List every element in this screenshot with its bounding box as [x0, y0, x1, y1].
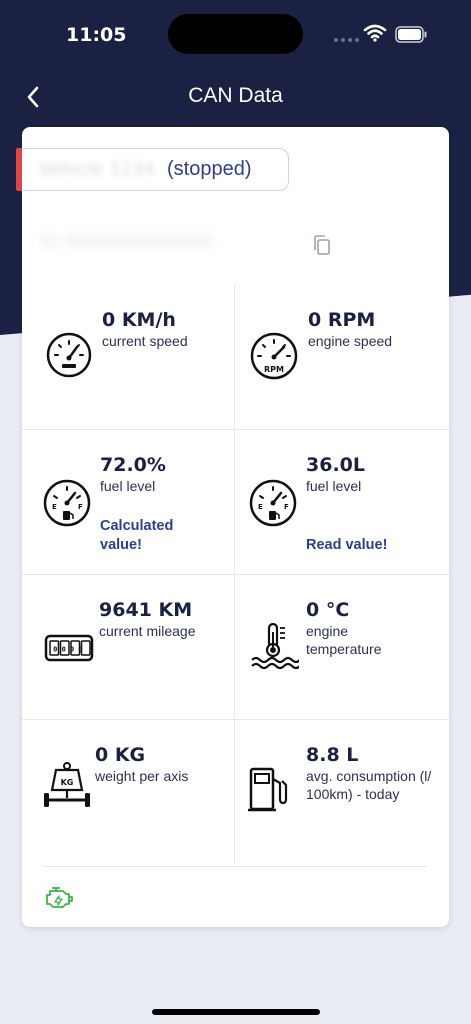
status-time: 11:05 [66, 24, 127, 46]
engine-icon[interactable] [44, 884, 74, 910]
metric-label: fuel level [100, 478, 156, 494]
status-bar: 11:05 [0, 0, 471, 70]
metric-value: 0 °C [306, 599, 350, 621]
rpm-gauge-icon: RPM [250, 332, 298, 380]
vehicle-id: ID 0000000000000 [40, 231, 214, 252]
home-indicator [152, 1009, 320, 1015]
odometer-digits: 0000 [53, 646, 87, 654]
kg-icon-text: KG [61, 778, 74, 787]
metric-value: 72.0% [100, 454, 166, 476]
metric-label: engine speed [308, 333, 393, 349]
metric-current-speed: 0 KM/h current speed [22, 285, 234, 430]
speedometer-icon [46, 332, 92, 378]
metric-label: engine temperature [306, 623, 382, 657]
divider [44, 866, 427, 867]
metric-label: current mileage [99, 623, 196, 639]
metric-note: Calculated value! [100, 518, 174, 553]
metric-value: 0 RPM [308, 309, 376, 331]
metric-label: avg. consumption (l/ 100km) - today [306, 768, 432, 802]
metric-fuel-level-read: E F 36.0L fuel level Read value! [235, 430, 447, 575]
metric-value: 0 KG [95, 744, 146, 766]
wifi-icon [363, 24, 387, 42]
axle-weight-icon: KG [44, 762, 90, 807]
fuel-gauge-icon: E F [249, 479, 297, 527]
vehicle-name: Vehicle 1234 [39, 159, 155, 180]
metric-current-mileage: 0000 9641 KM current mileage [22, 575, 234, 720]
metric-label: weight per axis [95, 768, 189, 784]
metric-weight-per-axis: KG 0 KG weight per axis [22, 720, 234, 865]
vehicle-selector[interactable]: Vehicle 1234 (stopped) [16, 148, 289, 191]
navigation-bar: CAN Data [0, 78, 471, 118]
svg-text:E: E [52, 503, 57, 511]
battery-icon [395, 26, 427, 43]
svg-text:F: F [284, 503, 289, 511]
fuel-gauge-icon: E F [43, 479, 91, 527]
fuel-pump-icon [248, 767, 288, 812]
metric-engine-speed: RPM 0 RPM engine speed [235, 285, 447, 430]
metric-value: 36.0L [306, 454, 365, 476]
metric-value: 0 KM/h [102, 309, 176, 331]
copy-icon[interactable] [310, 233, 334, 257]
cellular-signal-icon [334, 38, 359, 42]
metrics-grid: 0 KM/h current speed RPM 0 RPM engine sp… [22, 285, 449, 865]
metric-label: current speed [102, 333, 188, 349]
can-data-card: Vehicle 1234 (stopped) ID 0000000000000 [16, 127, 449, 927]
svg-text:F: F [78, 503, 83, 511]
odometer-icon: 0000 [44, 634, 94, 662]
metric-value: 8.8 L [306, 744, 359, 766]
metric-note: Read value! [306, 537, 388, 553]
rpm-icon-text: RPM [264, 365, 284, 374]
metric-engine-temperature: 0 °C engine temperature [235, 575, 447, 720]
metric-label: fuel level [306, 478, 362, 494]
metric-fuel-level-calculated: E F 72.0% fuel level Calculated value! [22, 430, 234, 575]
dynamic-island [168, 14, 303, 54]
status-indicator [16, 148, 22, 191]
vehicle-status: (stopped) [167, 158, 252, 180]
metric-avg-consumption: 8.8 L avg. consumption (l/ 100km) - toda… [235, 720, 447, 865]
metric-value: 9641 KM [99, 599, 193, 621]
svg-text:E: E [258, 503, 263, 511]
page-title: CAN Data [188, 84, 283, 107]
coolant-temperature-icon [251, 622, 299, 670]
